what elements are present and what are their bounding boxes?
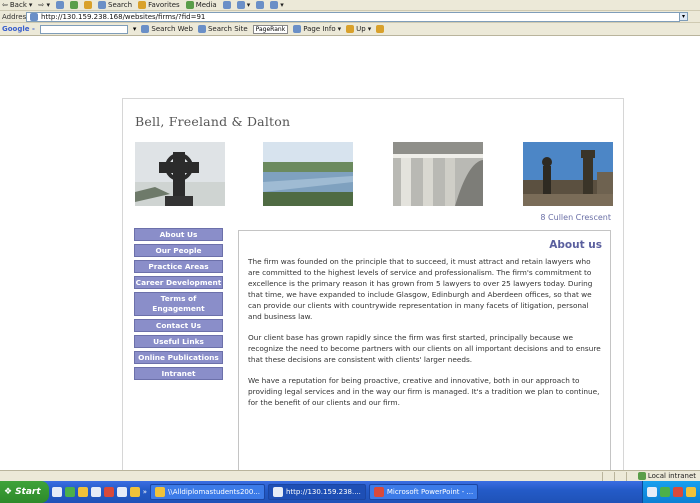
nav-online-publications[interactable]: Online Publications bbox=[134, 351, 223, 364]
tray-icon[interactable] bbox=[647, 487, 657, 497]
tray-icon[interactable] bbox=[660, 487, 670, 497]
zone-label: Local intranet bbox=[647, 472, 696, 480]
search-site-label: Search Site bbox=[207, 25, 248, 33]
about-content: About us The firm was founded on the pri… bbox=[238, 230, 611, 487]
building-columns-photo bbox=[393, 142, 483, 206]
system-tray bbox=[642, 481, 700, 503]
task-folder-button[interactable]: \\Alldiplomastudents200... bbox=[149, 484, 265, 500]
browser-icon bbox=[273, 487, 283, 497]
office-address: 8 Cullen Crescent bbox=[540, 213, 611, 222]
task-browser-button[interactable]: http://130.159.238.... bbox=[268, 484, 366, 500]
up-button[interactable]: Up ▾ bbox=[346, 25, 371, 33]
nav-practice-areas[interactable]: Practice Areas bbox=[134, 260, 223, 273]
refresh-icon[interactable] bbox=[70, 1, 78, 9]
windows-taskbar: ❖ Start » \\Alldiplomastudents200... http… bbox=[0, 481, 700, 503]
quicklaunch-folder-icon[interactable] bbox=[77, 487, 88, 497]
quicklaunch-excel-icon[interactable] bbox=[64, 487, 75, 497]
content-paragraph: The firm was founded on the principle th… bbox=[248, 257, 593, 321]
site-container: Bell, Freeland & Dalton 8 Cullen Crescen… bbox=[122, 98, 624, 501]
quicklaunch-powerpoint-icon[interactable] bbox=[103, 487, 114, 497]
highlight-icon[interactable] bbox=[376, 25, 385, 33]
site-title: Bell, Freeland & Dalton bbox=[135, 114, 291, 129]
favorites-label: Favorites bbox=[148, 1, 180, 9]
content-paragraph: We have a reputation for being proactive… bbox=[248, 376, 600, 407]
forward-button[interactable]: ⇨ ▾ bbox=[38, 1, 50, 9]
windows-logo-icon: ❖ bbox=[4, 487, 13, 497]
nav-contact-us[interactable]: Contact Us bbox=[134, 319, 223, 332]
celtic-cross-photo bbox=[135, 142, 225, 206]
river-photo bbox=[263, 142, 353, 206]
folder-icon bbox=[154, 487, 165, 497]
home-icon[interactable] bbox=[84, 1, 92, 9]
google-search-input[interactable] bbox=[39, 24, 128, 34]
address-label: Address bbox=[2, 12, 30, 21]
status-cell bbox=[625, 471, 638, 481]
quicklaunch-desktop-icon[interactable] bbox=[90, 487, 101, 497]
nav-terms-of-engagement[interactable]: Terms of Engagement bbox=[134, 292, 223, 316]
favorites-button[interactable]: Favorites bbox=[138, 1, 180, 9]
status-cell bbox=[601, 471, 614, 481]
search-web-label: Search Web bbox=[151, 25, 193, 33]
media-label: Media bbox=[195, 1, 217, 9]
search-button[interactable]: Search bbox=[98, 1, 132, 9]
google-dropdown-icon[interactable]: ▾ bbox=[133, 25, 137, 33]
address-url: http://130.159.238.168/websites/firms/?f… bbox=[41, 12, 206, 21]
media-button[interactable]: Media bbox=[185, 1, 217, 9]
search-web-button[interactable]: Search Web bbox=[141, 25, 193, 33]
word-icon[interactable]: ▾ bbox=[270, 1, 284, 9]
address-bar: Address http://130.159.238.168/websites/… bbox=[0, 11, 700, 23]
content-heading: About us bbox=[549, 239, 602, 251]
print-icon[interactable] bbox=[256, 1, 265, 9]
stop-icon[interactable] bbox=[56, 1, 64, 9]
nav-intranet[interactable]: Intranet bbox=[134, 367, 223, 380]
quicklaunch-ie-icon[interactable] bbox=[51, 487, 62, 497]
address-dropdown-icon[interactable]: ▾ bbox=[679, 12, 688, 21]
task-label: http://130.159.238.... bbox=[286, 488, 361, 496]
task-label: \\Alldiplomastudents200... bbox=[167, 488, 260, 496]
start-label: Start bbox=[15, 487, 41, 497]
site-nav: About Us Our People Practice Areas Caree… bbox=[134, 228, 223, 383]
browser-toolbar: ⇦ Back ▾ ⇨ ▾ Search Favorites Media ▾ ▾ bbox=[0, 0, 700, 11]
nav-useful-links[interactable]: Useful Links bbox=[134, 335, 223, 348]
google-toolbar: Google - ▾ Search Web Search Site PageRa… bbox=[0, 23, 700, 36]
mail-icon[interactable]: ▾ bbox=[236, 1, 250, 9]
status-bar: Local intranet bbox=[0, 470, 700, 481]
back-label: Back bbox=[9, 1, 27, 9]
nav-about-us[interactable]: About Us bbox=[134, 228, 223, 241]
search-label: Search bbox=[108, 1, 133, 9]
google-logo[interactable]: Google - bbox=[2, 25, 35, 33]
up-label: Up bbox=[356, 25, 366, 33]
history-icon[interactable] bbox=[222, 1, 231, 9]
tray-icon[interactable] bbox=[673, 487, 683, 497]
page-icon bbox=[30, 12, 38, 21]
status-cell bbox=[613, 471, 626, 481]
start-button[interactable]: ❖ Start bbox=[0, 481, 49, 503]
nav-career-development[interactable]: Career Development bbox=[134, 276, 223, 289]
back-button[interactable]: ⇦ Back ▾ bbox=[2, 1, 32, 9]
tray-icon[interactable] bbox=[686, 487, 696, 497]
content-paragraph: Our client base has grown rapidly since … bbox=[248, 333, 601, 364]
search-site-button[interactable]: Search Site bbox=[197, 25, 248, 33]
nav-our-people[interactable]: Our People bbox=[134, 244, 223, 257]
powerpoint-icon bbox=[373, 487, 384, 497]
intranet-icon bbox=[637, 472, 646, 480]
quicklaunch-more-icon[interactable]: » bbox=[143, 488, 147, 496]
task-label: Microsoft PowerPoint - ... bbox=[386, 488, 474, 496]
quicklaunch-word-icon[interactable] bbox=[116, 487, 127, 497]
page-info-button[interactable]: Page Info ▾ bbox=[293, 25, 341, 33]
quicklaunch-media-icon[interactable] bbox=[129, 487, 140, 497]
page-info-label: Page Info bbox=[303, 25, 336, 33]
pagerank-badge[interactable]: PageRank bbox=[252, 24, 289, 34]
task-powerpoint-button[interactable]: Microsoft PowerPoint - ... bbox=[368, 484, 479, 500]
city-square-photo bbox=[523, 142, 613, 206]
page-viewport: Bell, Freeland & Dalton 8 Cullen Crescen… bbox=[0, 36, 700, 501]
address-input[interactable]: http://130.159.238.168/websites/firms/?f… bbox=[26, 11, 680, 22]
security-zone: Local intranet bbox=[637, 472, 700, 480]
